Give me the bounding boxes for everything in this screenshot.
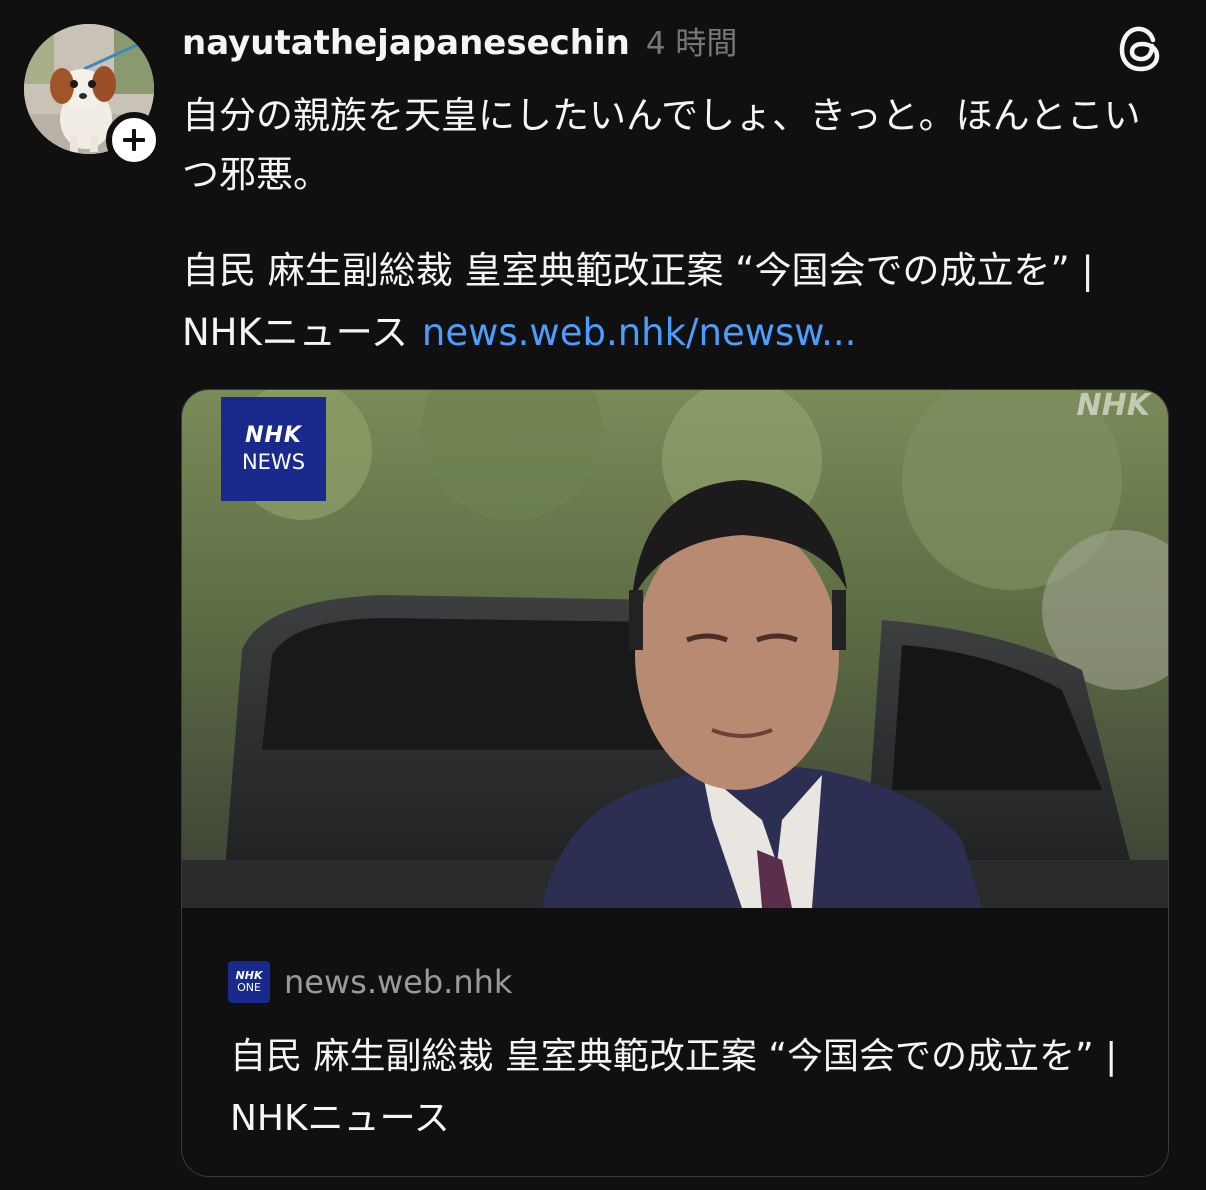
source-icon-bottom: ONE <box>237 981 261 994</box>
nhk-logo-top: NHK <box>245 423 302 448</box>
timestamp[interactable]: 4 時間 <box>646 18 738 63</box>
nhk-logo-bottom: NEWS <box>241 450 306 474</box>
news-photo <box>182 390 1168 908</box>
follow-button[interactable] <box>106 112 162 168</box>
link-url[interactable]: news.web.nhk/newsw... <box>422 311 856 354</box>
nhk-watermark: NHK <box>1076 389 1150 423</box>
source-row: NHK ONE news.web.nhk <box>228 960 512 1004</box>
source-domain: news.web.nhk <box>284 963 513 1001</box>
card-title[interactable]: 自民 麻生副総裁 皇室典範改正案 “今国会での成立を” | NHKニュース <box>230 1026 1130 1150</box>
link-card[interactable]: NHK NEWS NHK NHK ONE news.web.nhk 自民 麻生副… <box>181 389 1169 1177</box>
plus-icon <box>123 129 145 151</box>
post-body: 自分の親族を天皇にしたいんでしょ、きっと。ほんとこいつ邪悪。 <box>182 94 1141 196</box>
card-footer[interactable]: NHK ONE news.web.nhk 自民 麻生副総裁 皇室典範改正案 “今… <box>182 908 1168 1176</box>
threads-logo-icon[interactable] <box>1112 20 1168 76</box>
username[interactable]: nayutathejapanesechin <box>182 23 630 63</box>
thread-post: nayutathejapanesechin 4 時間 自分の親族を天皇にしたいん… <box>0 0 1206 1190</box>
link-preview-text: 自民 麻生副総裁 皇室典範改正案 “今国会での成立を” | NHKニュース new… <box>182 240 1172 364</box>
avatar-wrap[interactable] <box>24 24 162 168</box>
post-header: nayutathejapanesechin 4 時間 <box>182 18 737 70</box>
nhk-one-icon: NHK ONE <box>228 961 270 1003</box>
nhk-news-logo: NHK NEWS <box>221 397 326 501</box>
card-image[interactable]: NHK NEWS NHK <box>182 389 1168 908</box>
